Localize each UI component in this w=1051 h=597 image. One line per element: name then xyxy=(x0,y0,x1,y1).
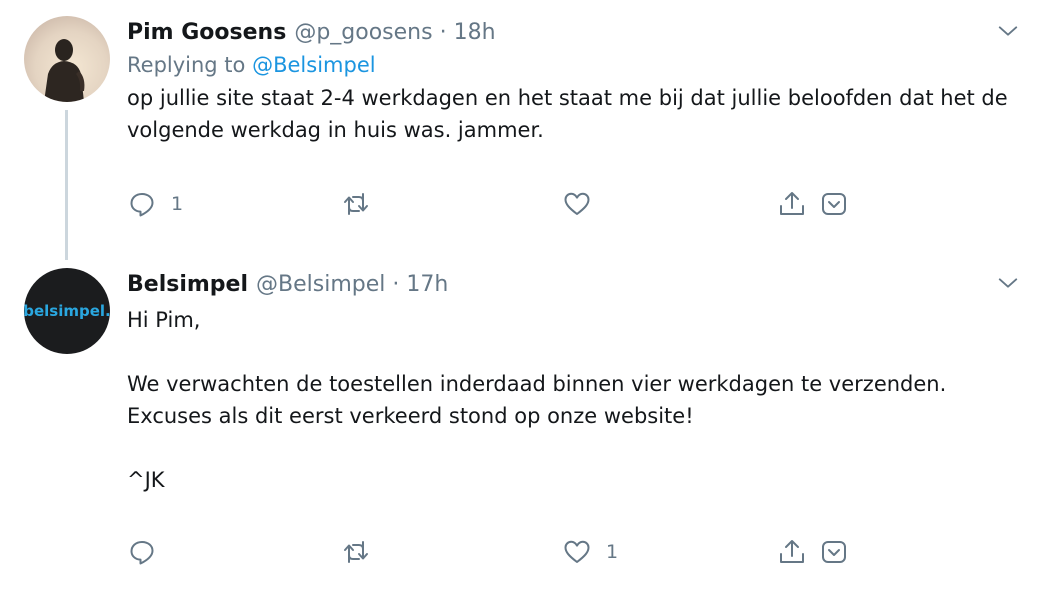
chevron-down-icon xyxy=(998,26,1018,36)
reply-icon xyxy=(130,193,154,217)
reply-button[interactable] xyxy=(127,532,171,572)
avatar-pim-goosens[interactable] xyxy=(24,16,110,102)
reply-count: 1 xyxy=(171,193,184,215)
user-handle[interactable]: @p_goosens xyxy=(294,18,432,48)
heart-icon xyxy=(564,540,590,563)
avatar-belsimpel[interactable]: belsimpel. xyxy=(24,268,110,354)
header-separator: · xyxy=(439,20,447,45)
thread-connector-line xyxy=(65,110,68,260)
tweet-belsimpel[interactable]: belsimpel. Belsimpel @Belsimpel · 17h Hi… xyxy=(0,260,1051,597)
belsimpel-logo: belsimpel. xyxy=(24,268,110,354)
display-name[interactable]: Belsimpel xyxy=(127,270,248,300)
heart-icon xyxy=(564,192,590,215)
share-button[interactable] xyxy=(777,184,807,224)
timestamp[interactable]: 17h xyxy=(406,270,448,300)
tweet-menu-caret[interactable] xyxy=(997,272,1019,294)
replying-to-line: Replying to @Belsimpel xyxy=(127,48,1011,82)
tweet-text: op jullie site staat 2-4 werkdagen en he… xyxy=(127,86,1015,142)
retweet-icon xyxy=(344,193,368,215)
reply-button[interactable]: 1 xyxy=(127,184,183,224)
retweet-button[interactable] xyxy=(341,532,385,572)
share-icon xyxy=(780,540,804,563)
like-button[interactable]: 1 xyxy=(562,532,618,572)
timestamp[interactable]: 18h xyxy=(454,18,496,48)
dropdown-box-icon xyxy=(822,541,846,563)
share-button[interactable] xyxy=(777,532,807,572)
reply-icon xyxy=(130,541,154,565)
retweet-button[interactable] xyxy=(341,184,385,224)
tweet-pim-goosens[interactable]: Pim Goosens @p_goosens · 18h Replying to… xyxy=(0,0,1051,260)
more-options-button[interactable] xyxy=(819,184,849,224)
retweet-icon xyxy=(344,541,368,563)
user-handle[interactable]: @Belsimpel xyxy=(256,270,385,300)
tweet-header: Pim Goosens @p_goosens · 18h xyxy=(127,18,1011,48)
dropdown-box-icon xyxy=(822,193,846,215)
like-count: 1 xyxy=(606,541,619,563)
tweet-content: Pim Goosens @p_goosens · 18h Replying to… xyxy=(127,18,1011,146)
avatar-photo xyxy=(24,16,110,102)
tweet-text: Hi Pim, We verwachten de toestellen inde… xyxy=(127,308,947,492)
display-name[interactable]: Pim Goosens xyxy=(127,18,286,48)
tweet-actions: 1 xyxy=(127,184,867,224)
more-options-button[interactable] xyxy=(819,532,849,572)
belsimpel-logo-text: belsimpel. xyxy=(24,302,110,320)
replying-to-mention[interactable]: @Belsimpel xyxy=(252,53,375,77)
share-icon xyxy=(780,192,804,215)
like-button[interactable] xyxy=(562,184,606,224)
tweet-actions: 1 xyxy=(127,532,867,572)
replying-to-label: Replying to xyxy=(127,53,246,77)
chevron-down-icon xyxy=(998,278,1018,288)
tweet-menu-caret[interactable] xyxy=(997,20,1019,42)
tweet-content: Belsimpel @Belsimpel · 17h Hi Pim, We ve… xyxy=(127,270,1011,496)
header-separator: · xyxy=(392,272,400,297)
tweet-header: Belsimpel @Belsimpel · 17h xyxy=(127,270,1011,300)
